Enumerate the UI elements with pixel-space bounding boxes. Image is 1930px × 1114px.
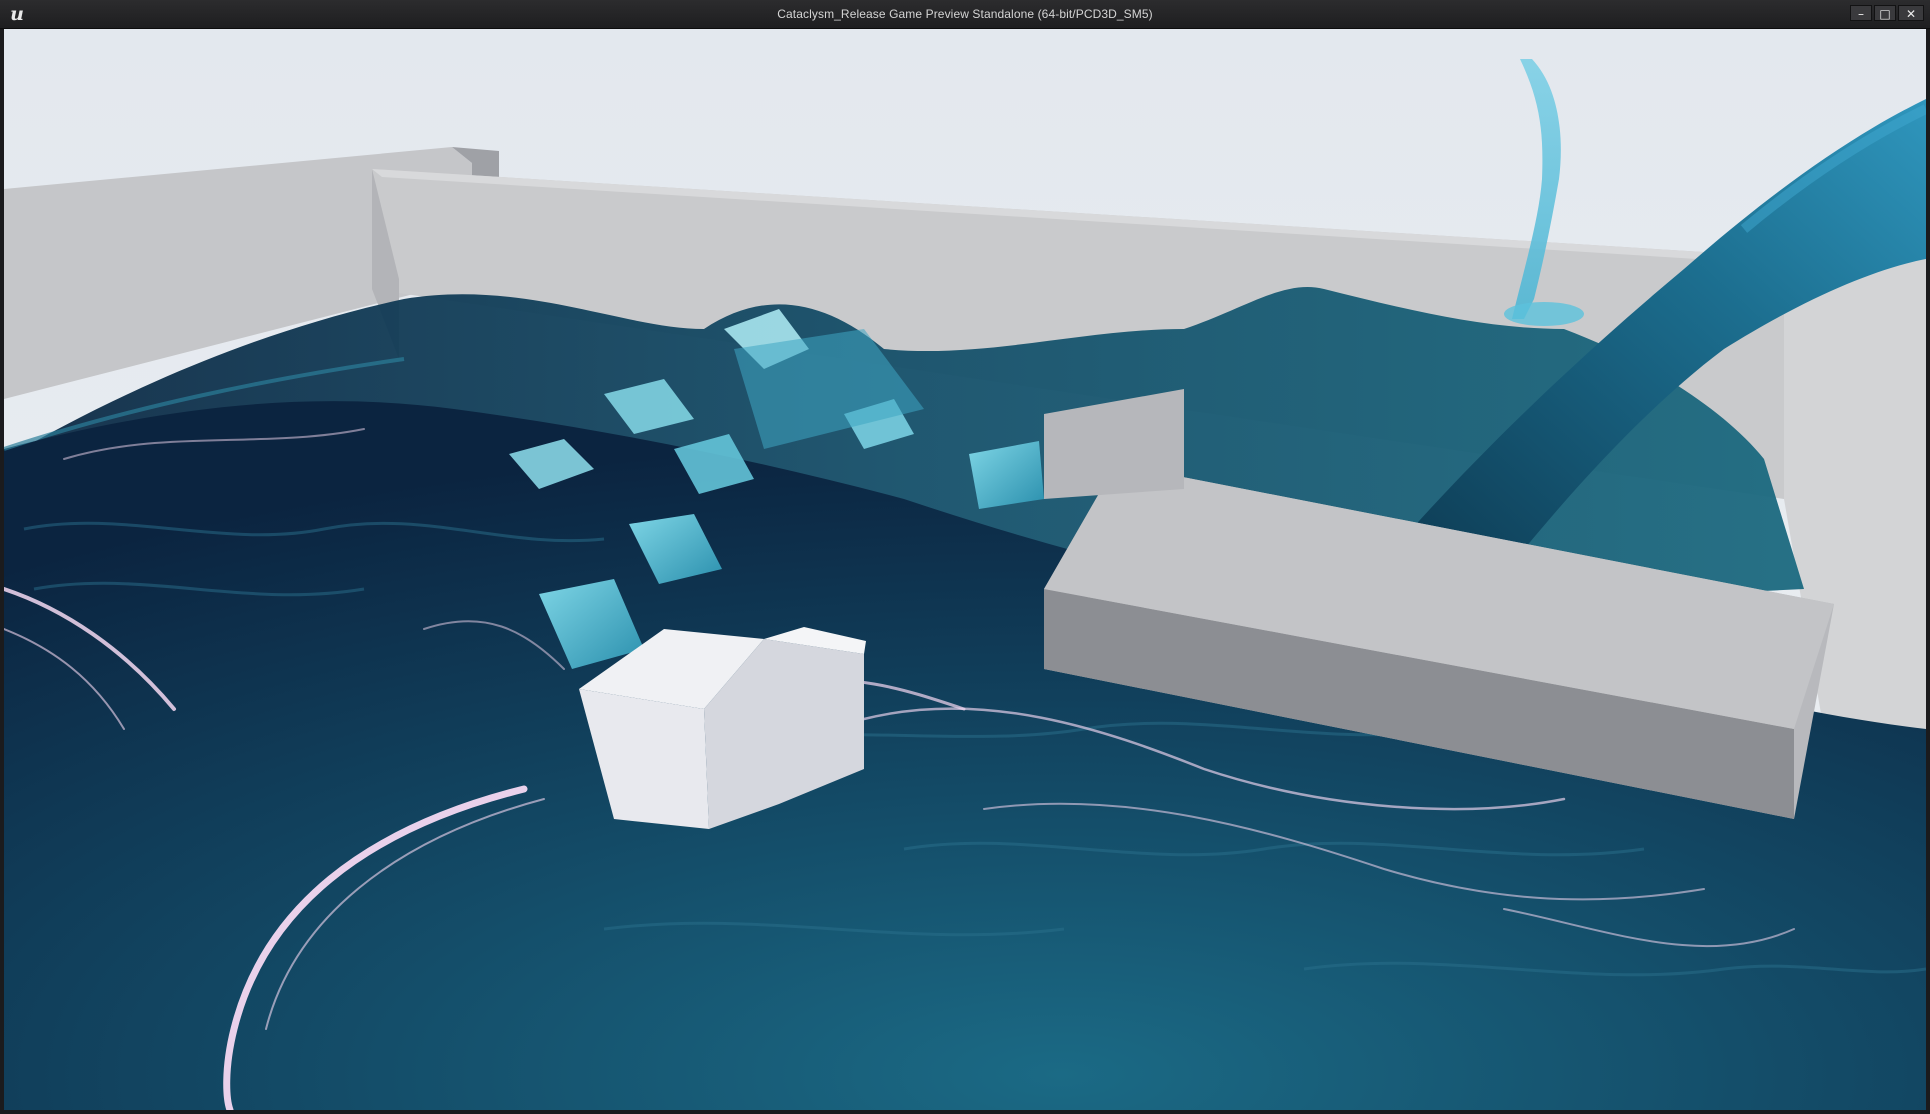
close-icon: ✕ bbox=[1905, 7, 1917, 21]
title-bar[interactable]: u Cataclysm_Release Game Preview Standal… bbox=[0, 0, 1930, 29]
minimize-icon: – bbox=[1858, 7, 1864, 21]
minimize-button[interactable]: – bbox=[1850, 5, 1872, 21]
fluid-scene bbox=[4, 29, 1926, 1110]
game-viewport[interactable] bbox=[4, 29, 1926, 1110]
window-controls: – □ ✕ bbox=[1850, 5, 1924, 23]
window-title: Cataclysm_Release Game Preview Standalon… bbox=[777, 7, 1153, 21]
maximize-icon: □ bbox=[1879, 7, 1891, 21]
game-preview-window: u Cataclysm_Release Game Preview Standal… bbox=[0, 0, 1930, 1114]
maximize-button[interactable]: □ bbox=[1874, 5, 1896, 21]
close-button[interactable]: ✕ bbox=[1898, 5, 1924, 21]
